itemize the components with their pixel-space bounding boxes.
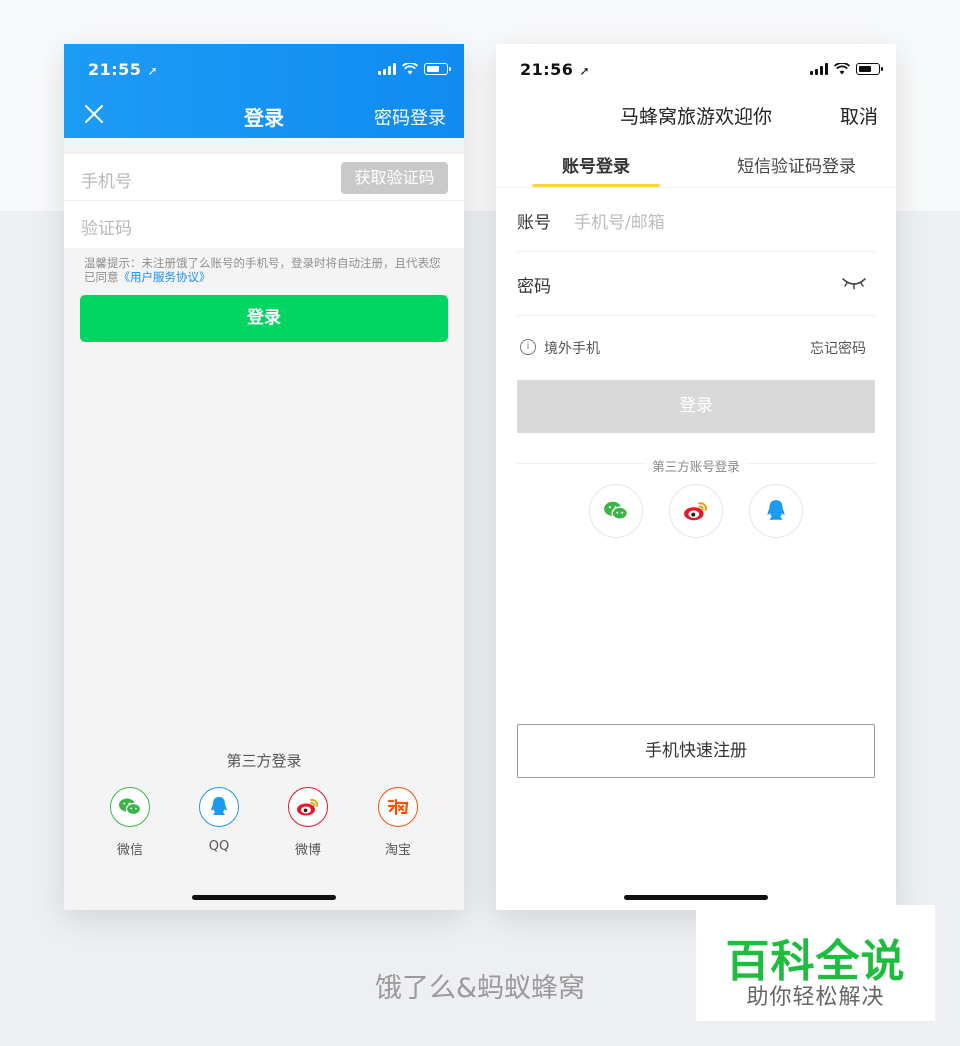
taobao-icon: [378, 787, 418, 827]
login-button[interactable]: 登录: [80, 295, 448, 342]
signal-icon: [378, 63, 396, 75]
wifi-icon: [402, 63, 418, 75]
home-indicator: [192, 895, 336, 900]
social-label: 淘宝: [384, 843, 411, 858]
status-bar: 21:55 ➚: [64, 44, 464, 94]
status-time: 21:55 ➚: [88, 60, 159, 79]
tab-sms-login[interactable]: 短信验证码登录: [737, 152, 856, 177]
qq-icon[interactable]: [749, 484, 803, 538]
overseas-phone-link[interactable]: 境外手机: [544, 338, 600, 358]
password-field[interactable]: 密码: [517, 252, 875, 316]
get-code-button[interactable]: 获取验证码: [341, 162, 448, 194]
info-icon: i: [520, 339, 536, 355]
login-form: 手机号 获取验证码 验证码: [64, 154, 464, 248]
forgot-password-link[interactable]: 忘记密码: [810, 338, 866, 358]
phone-eleme: 21:55 ➚ 登录 密码登录 手机号 获取验证码 验证码 温馨提示：未注册饿了…: [64, 44, 464, 910]
wechat-icon: [110, 787, 150, 827]
weibo-icon: [288, 787, 328, 827]
watermark-subtitle: 助你轻松解决: [746, 985, 885, 1010]
watermark: 百科全说 助你轻松解决: [696, 905, 935, 1021]
third-party-title: 第三方账号登录: [646, 459, 746, 474]
phone-placeholder: 手机号: [81, 172, 132, 192]
user-agreement-link[interactable]: 《用户服务协议》: [119, 270, 211, 284]
page-title: 马蜂窝旅游欢迎你: [619, 106, 772, 128]
social-label: 微信: [116, 843, 143, 858]
wechat-icon[interactable]: [589, 484, 643, 538]
header-bar: 21:55 ➚ 登录 密码登录: [64, 44, 464, 138]
weibo-icon[interactable]: [669, 484, 723, 538]
social-weibo[interactable]: 微博: [288, 787, 328, 858]
social-label: 微博: [294, 843, 321, 858]
signal-icon: [810, 63, 828, 75]
phone-field[interactable]: 手机号 获取验证码: [64, 154, 464, 201]
account-field[interactable]: 账号 手机号/邮箱: [517, 188, 875, 252]
status-icons: [810, 62, 883, 76]
account-placeholder: 手机号/邮箱: [574, 213, 665, 233]
status-time: 21:56 ➚: [520, 60, 591, 79]
eye-closed-icon[interactable]: [841, 276, 867, 290]
tab-account-login[interactable]: 账号登录: [562, 152, 630, 177]
login-button[interactable]: 登录: [517, 380, 875, 433]
qq-icon: [199, 787, 239, 827]
status-bar: 21:56 ➚: [496, 44, 896, 94]
password-login-link[interactable]: 密码登录: [374, 104, 446, 130]
social-wechat[interactable]: 微信: [110, 787, 150, 858]
status-icons: [378, 62, 451, 76]
home-indicator: [624, 895, 768, 900]
active-tab-indicator: [532, 184, 660, 187]
agreement-tip: 温馨提示：未注册饿了么账号的手机号，登录时将自动注册，且代表您已同意《用户服务协…: [84, 256, 441, 284]
battery-icon: [424, 63, 451, 75]
third-party-title: 第三方登录: [226, 752, 302, 770]
code-field[interactable]: 验证码: [64, 201, 464, 248]
quick-register-button[interactable]: 手机快速注册: [517, 724, 875, 778]
social-taobao[interactable]: 淘宝: [378, 787, 418, 858]
third-party-divider: 第三方账号登录: [517, 456, 875, 474]
cancel-button[interactable]: 取消: [840, 102, 878, 129]
code-placeholder: 验证码: [81, 219, 132, 239]
social-qq[interactable]: QQ: [199, 787, 239, 854]
phone-mafengwo: 21:56 ➚ 马蜂窝旅游欢迎你 取消 账号登录 短信验证码登录 账号 手机号/…: [496, 44, 896, 910]
login-options-row: i 境外手机 忘记密码: [520, 337, 866, 357]
social-label: QQ: [208, 839, 230, 854]
login-tabs: 账号登录 短信验证码登录: [496, 140, 896, 188]
wifi-icon: [834, 63, 850, 75]
account-label: 账号: [517, 213, 551, 233]
password-label: 密码: [517, 277, 551, 297]
battery-icon: [856, 63, 883, 75]
